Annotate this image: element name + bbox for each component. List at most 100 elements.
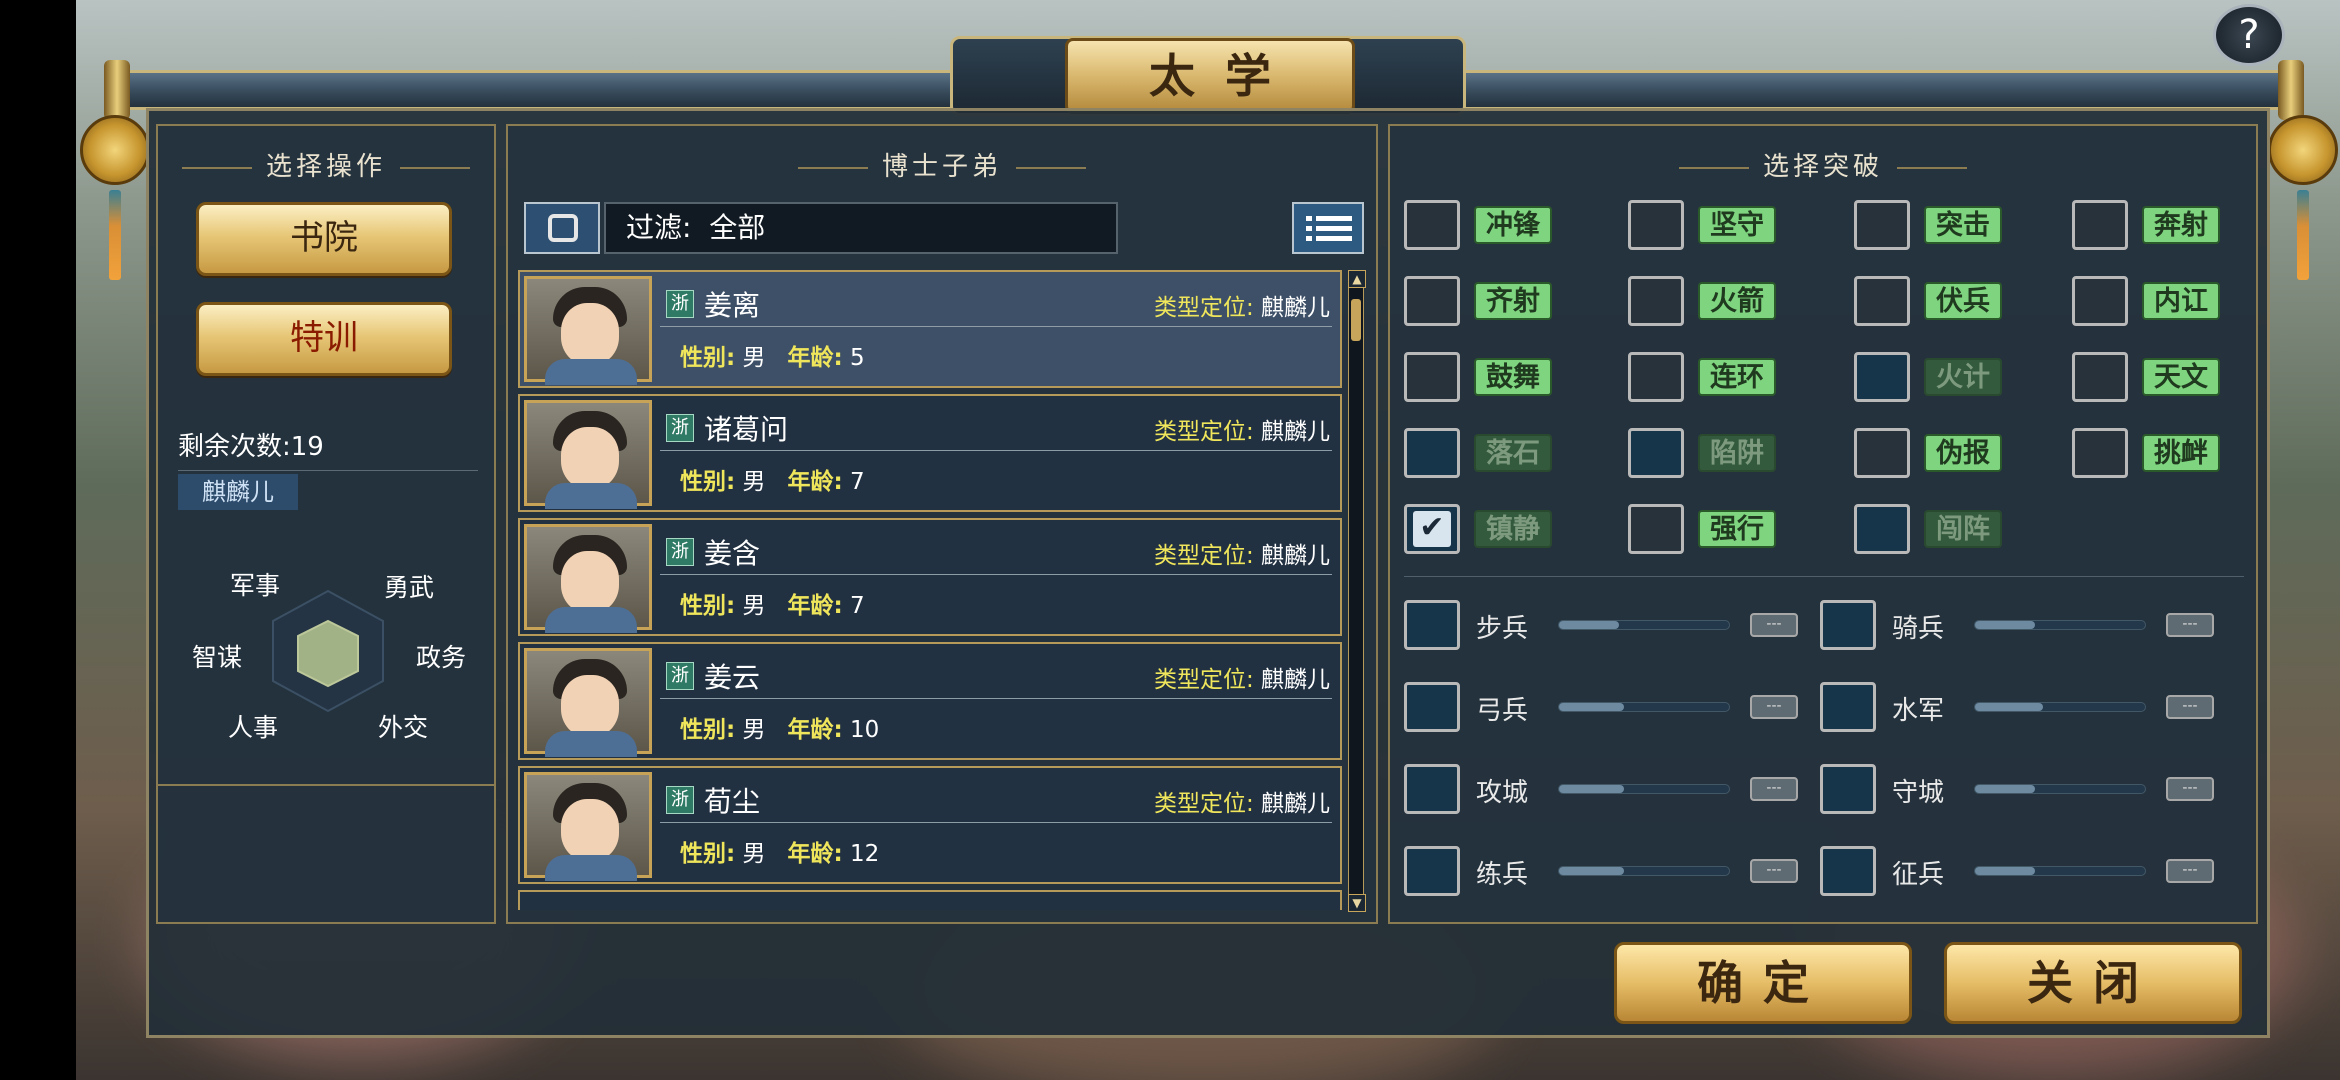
skill-label[interactable]: 落石 — [1474, 434, 1552, 472]
search-button[interactable] — [524, 202, 600, 254]
type-label: 类型定位: — [1153, 543, 1254, 569]
scrollbar-thumb[interactable] — [1351, 299, 1361, 341]
skill-label[interactable]: 陷阱 — [1698, 434, 1776, 472]
troop-checkbox[interactable] — [1820, 764, 1876, 814]
skill-checkbox[interactable] — [2072, 200, 2128, 250]
skill-label[interactable]: 天文 — [2142, 358, 2220, 396]
student-row[interactable]: 浙 姜云 类型定位: 麒麟儿 性别: 男 年龄: 10 — [518, 642, 1342, 760]
type-badge: 麒麟儿 — [178, 474, 298, 510]
age-value: 7 — [849, 593, 865, 619]
troop-checkbox[interactable] — [1820, 600, 1876, 650]
student-row[interactable]: 浙 姜含 类型定位: 麒麟儿 性别: 男 年龄: 7 — [518, 518, 1342, 636]
skill-label[interactable]: 火计 — [1924, 358, 2002, 396]
student-name: 诸葛问 — [704, 413, 789, 446]
student-row[interactable]: 浙 荀尘 类型定位: 麒麟儿 性别: 男 年龄: 12 — [518, 766, 1342, 884]
skill-checkbox[interactable] — [1628, 428, 1684, 478]
list-scrollbar[interactable] — [1348, 272, 1364, 912]
troop-slider[interactable] — [1558, 620, 1730, 630]
skill-checkbox[interactable] — [1404, 200, 1460, 250]
scroll-up-icon[interactable]: ▲ — [1348, 270, 1366, 288]
skill-label[interactable]: 伪报 — [1924, 434, 2002, 472]
troop-level-button[interactable]: --- — [2166, 695, 2214, 719]
scroll-down-icon[interactable]: ▼ — [1348, 894, 1366, 912]
skill-checkbox[interactable] — [1628, 276, 1684, 326]
rod-cap — [2278, 60, 2304, 120]
gender-label: 性别: — [680, 841, 736, 867]
skill-label[interactable]: 坚守 — [1698, 206, 1776, 244]
troop-level-button[interactable]: --- — [1750, 695, 1798, 719]
skill-checkbox[interactable] — [1854, 428, 1910, 478]
skill-checkbox[interactable] — [2072, 276, 2128, 326]
troop-level-button[interactable]: --- — [2166, 859, 2214, 883]
special-training-button[interactable]: 特训 — [196, 302, 452, 376]
breakthrough-header: 选择突破 — [1390, 146, 2256, 183]
skill-checkbox[interactable] — [1404, 428, 1460, 478]
confirm-button[interactable]: 确定 — [1614, 942, 1912, 1024]
skill-checkbox[interactable] — [1628, 352, 1684, 402]
skill-checkbox[interactable] — [2072, 352, 2128, 402]
gender-value: 男 — [742, 717, 766, 743]
type-label: 类型定位: — [1153, 419, 1254, 445]
skill-label[interactable]: 闯阵 — [1924, 510, 2002, 548]
skill-label[interactable]: 连环 — [1698, 358, 1776, 396]
skill-checkbox[interactable] — [1854, 276, 1910, 326]
student-row[interactable]: 浙 诸葛问 类型定位: 麒麟儿 性别: 男 年龄: 7 — [518, 394, 1342, 512]
student-row[interactable]: 浙 姜离 类型定位: 麒麟儿 性别: 男 年龄: 5 — [518, 270, 1342, 388]
skill-label[interactable]: 伏兵 — [1924, 282, 2002, 320]
skill-label[interactable]: 奔射 — [2142, 206, 2220, 244]
filter-field[interactable]: 过滤: 全部 — [604, 202, 1118, 254]
troop-level-button[interactable]: --- — [1750, 777, 1798, 801]
troop-checkbox[interactable] — [1404, 846, 1460, 896]
troop-checkbox[interactable] — [1404, 682, 1460, 732]
skill-checkbox[interactable] — [1854, 200, 1910, 250]
troop-checkbox[interactable] — [1404, 764, 1460, 814]
close-button[interactable]: 关闭 — [1944, 942, 2242, 1024]
troop-checkbox[interactable] — [1404, 600, 1460, 650]
skill-checkbox[interactable] — [1854, 352, 1910, 402]
troop-slider[interactable] — [1558, 784, 1730, 794]
skill-checkbox[interactable] — [1628, 504, 1684, 554]
type-value: 麒麟儿 — [1261, 419, 1330, 445]
troop-level-button[interactable]: --- — [1750, 613, 1798, 637]
academy-button[interactable]: 书院 — [196, 202, 452, 276]
skill-label[interactable]: 火箭 — [1698, 282, 1776, 320]
skill-label[interactable]: 镇静 — [1474, 510, 1552, 548]
troop-slider[interactable] — [1558, 866, 1730, 876]
skill-label[interactable]: 挑衅 — [2142, 434, 2220, 472]
troop-label: 征兵 — [1892, 860, 1945, 890]
skill-checkbox[interactable] — [2072, 428, 2128, 478]
divider — [1404, 576, 2244, 577]
stat-diplomacy: 外交 — [378, 713, 429, 742]
skill-checkbox[interactable] — [1404, 276, 1460, 326]
troop-level-button[interactable]: --- — [1750, 859, 1798, 883]
age-label: 年龄: — [787, 469, 843, 495]
gender-label: 性别: — [680, 717, 736, 743]
skill-label[interactable]: 强行 — [1698, 510, 1776, 548]
skill-label[interactable]: 内讧 — [2142, 282, 2220, 320]
troop-slider[interactable] — [1974, 702, 2146, 712]
troop-level-button[interactable]: --- — [2166, 777, 2214, 801]
skill-checkbox[interactable]: ✔ — [1404, 504, 1460, 554]
skill-checkbox[interactable] — [1404, 352, 1460, 402]
student-portrait — [524, 524, 652, 633]
troop-slider[interactable] — [1974, 784, 2146, 794]
troop-slider[interactable] — [1974, 620, 2146, 630]
skill-checkbox[interactable] — [1854, 504, 1910, 554]
student-type: 类型定位: 麒麟儿 — [1154, 412, 1330, 446]
skill-label[interactable]: 鼓舞 — [1474, 358, 1552, 396]
troop-level-button[interactable]: --- — [2166, 613, 2214, 637]
skill-label[interactable]: 齐射 — [1474, 282, 1552, 320]
skill-checkbox[interactable] — [1628, 200, 1684, 250]
troop-slider[interactable] — [1558, 702, 1730, 712]
skill-label[interactable]: 突击 — [1924, 206, 2002, 244]
skill-label[interactable]: 冲锋 — [1474, 206, 1552, 244]
tassel-icon — [2297, 190, 2309, 280]
troop-slider[interactable] — [1974, 866, 2146, 876]
troop-checkbox[interactable] — [1820, 846, 1876, 896]
troop-checkbox[interactable] — [1820, 682, 1876, 732]
list-view-button[interactable] — [1292, 202, 1364, 254]
row-divider — [660, 574, 1332, 575]
divider — [158, 784, 494, 786]
help-button[interactable]: ? — [2213, 4, 2285, 66]
student-type: 类型定位: 麒麟儿 — [1154, 784, 1330, 818]
